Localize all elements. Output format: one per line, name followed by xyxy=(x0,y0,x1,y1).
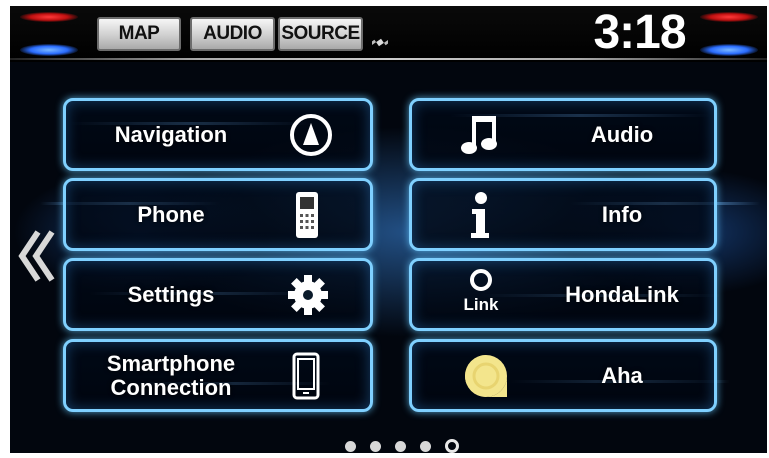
page-dot[interactable] xyxy=(419,440,431,452)
navigation-compass-icon xyxy=(290,113,332,156)
link-pin-shape xyxy=(470,268,492,291)
link-icon-text: Link xyxy=(463,294,499,314)
clock: 3:18 xyxy=(593,6,686,59)
left-indicator-light-blue xyxy=(20,44,78,56)
home-menu: Navigation Audio Phone Info Settings Lin… xyxy=(10,62,767,453)
page-dot[interactable] xyxy=(344,440,356,452)
page-dot-active[interactable] xyxy=(444,439,459,453)
gear-icon xyxy=(288,274,328,315)
tile-label: Info xyxy=(601,201,643,227)
right-indicator-light-blue xyxy=(700,44,758,56)
audio-button[interactable]: AUDIO xyxy=(190,17,275,51)
right-indicator-light-red xyxy=(700,12,758,22)
tile-phone[interactable]: Phone xyxy=(63,178,373,251)
tile-label: HondaLink xyxy=(565,281,679,307)
map-button[interactable]: MAP xyxy=(97,17,181,51)
tile-info[interactable]: Info xyxy=(409,178,717,251)
smartphone-icon xyxy=(292,352,320,399)
tile-label: Aha xyxy=(601,362,643,388)
info-icon xyxy=(471,191,489,238)
tile-smartphone-connection[interactable]: Smartphone Connection xyxy=(63,339,373,412)
music-note-icon xyxy=(461,115,497,154)
left-indicator-light-red xyxy=(20,12,78,22)
link-icon: Link xyxy=(456,268,506,321)
tile-hondalink[interactable]: Link HondaLink xyxy=(409,258,717,331)
page-indicator xyxy=(10,438,767,453)
status-bar: MAP AUDIO SOURCE 3:18 xyxy=(10,6,767,60)
cell-phone-icon xyxy=(296,191,318,238)
head-unit-screen: MAP AUDIO SOURCE 3:18 Navigation Audio P… xyxy=(10,6,767,453)
page-dot[interactable] xyxy=(394,440,406,452)
tile-label: Settings xyxy=(127,281,215,307)
tile-label: Smartphone Connection xyxy=(106,350,236,400)
page-dot[interactable] xyxy=(369,440,381,452)
tile-navigation[interactable]: Navigation xyxy=(63,98,373,171)
satellite-icon xyxy=(372,38,388,47)
tile-label: Audio xyxy=(590,121,654,147)
previous-page-chevron-icon[interactable] xyxy=(16,228,56,284)
source-button[interactable]: SOURCE xyxy=(278,17,363,51)
tile-settings[interactable]: Settings xyxy=(63,258,373,331)
tile-audio[interactable]: Audio xyxy=(409,98,717,171)
tile-aha[interactable]: Aha xyxy=(409,339,717,412)
aha-icon xyxy=(465,354,507,397)
tile-label: Navigation xyxy=(114,121,228,147)
tile-label: Phone xyxy=(137,201,205,227)
